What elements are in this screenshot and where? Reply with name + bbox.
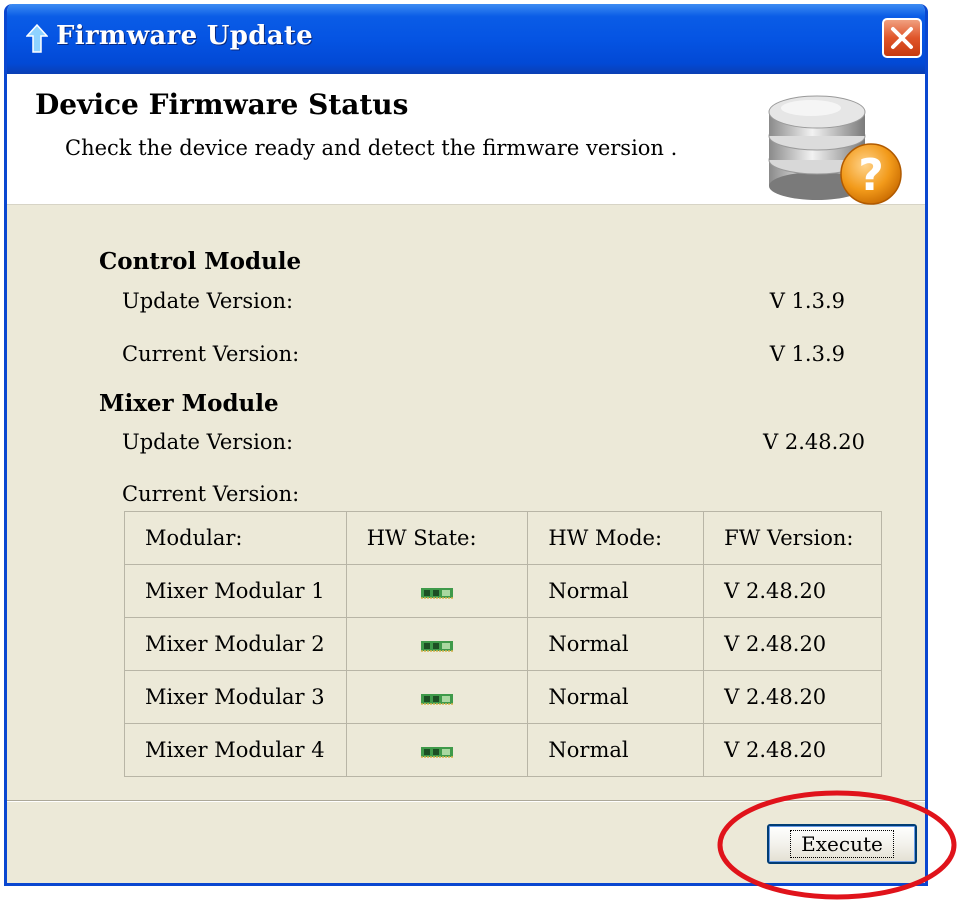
mixer-update-version-value: V 2.48.20 [763, 430, 865, 454]
control-current-version-label: Current Version: [122, 342, 300, 366]
circuit-board-icon [421, 746, 454, 758]
close-button[interactable] [882, 18, 922, 58]
title-bar[interactable]: Firmware Update [7, 4, 925, 74]
column-header-hw-mode: HW Mode: [527, 511, 705, 565]
mixer-module-title: Mixer Module [99, 390, 279, 417]
firmware-update-window: Firmware Update Device Firmware Status C… [4, 4, 928, 886]
modular-name-cell: Mixer Modular 4 [124, 723, 347, 777]
fw-version-cell: V 2.48.20 [703, 617, 882, 671]
hw-mode-cell: Normal [527, 723, 705, 777]
table-row[interactable]: Mixer Modular 2 Normal V 2.48.20 [124, 617, 882, 671]
circuit-board-icon [421, 587, 454, 599]
upload-arrow-icon [26, 24, 48, 53]
mixer-current-version-label: Current Version: [122, 482, 300, 506]
execute-button[interactable]: Execute [767, 824, 917, 864]
hw-mode-cell: Normal [527, 564, 705, 618]
modular-name-cell: Mixer Modular 1 [124, 564, 347, 618]
page-description: Check the device ready and detect the fi… [65, 136, 678, 160]
control-update-version-value: V 1.3.9 [769, 289, 845, 313]
svg-text:?: ? [858, 150, 884, 201]
table-row[interactable]: Mixer Modular 4 Normal V 2.48.20 [124, 723, 882, 777]
fw-version-cell: V 2.48.20 [703, 723, 882, 777]
table-row[interactable]: Mixer Modular 1 Normal V 2.48.20 [124, 564, 882, 618]
execute-button-label: Execute [790, 830, 894, 858]
mixer-update-version-label: Update Version: [122, 430, 294, 454]
fw-version-cell: V 2.48.20 [703, 670, 882, 724]
circuit-board-icon [421, 693, 454, 705]
hw-mode-cell: Normal [527, 617, 705, 671]
close-icon [891, 27, 913, 49]
modular-name-cell: Mixer Modular 3 [124, 670, 347, 724]
column-header-modular: Modular: [124, 511, 347, 565]
table-row[interactable]: Mixer Modular 3 Normal V 2.48.20 [124, 670, 882, 724]
control-current-version-value: V 1.3.9 [769, 342, 845, 366]
hw-state-cell [345, 564, 529, 618]
hw-state-cell [345, 670, 529, 724]
mixer-modules-table: Modular: HW State: HW Mode: FW Version: … [124, 511, 882, 777]
hw-state-cell [345, 723, 529, 777]
database-question-icon: ? [768, 95, 902, 205]
fw-version-cell: V 2.48.20 [703, 564, 882, 618]
status-header: Device Firmware Status Check the device … [7, 74, 925, 205]
table-header-row: Modular: HW State: HW Mode: FW Version: [124, 511, 882, 565]
circuit-board-icon [421, 640, 454, 652]
control-update-version-label: Update Version: [122, 289, 294, 313]
column-header-fw-version: FW Version: [703, 511, 882, 565]
modular-name-cell: Mixer Modular 2 [124, 617, 347, 671]
hw-mode-cell: Normal [527, 670, 705, 724]
hw-state-cell [345, 617, 529, 671]
footer-divider [7, 800, 925, 802]
column-header-hw-state: HW State: [345, 511, 529, 565]
control-module-title: Control Module [99, 248, 302, 275]
window-title: Firmware Update [56, 21, 313, 51]
page-title: Device Firmware Status [35, 88, 409, 121]
